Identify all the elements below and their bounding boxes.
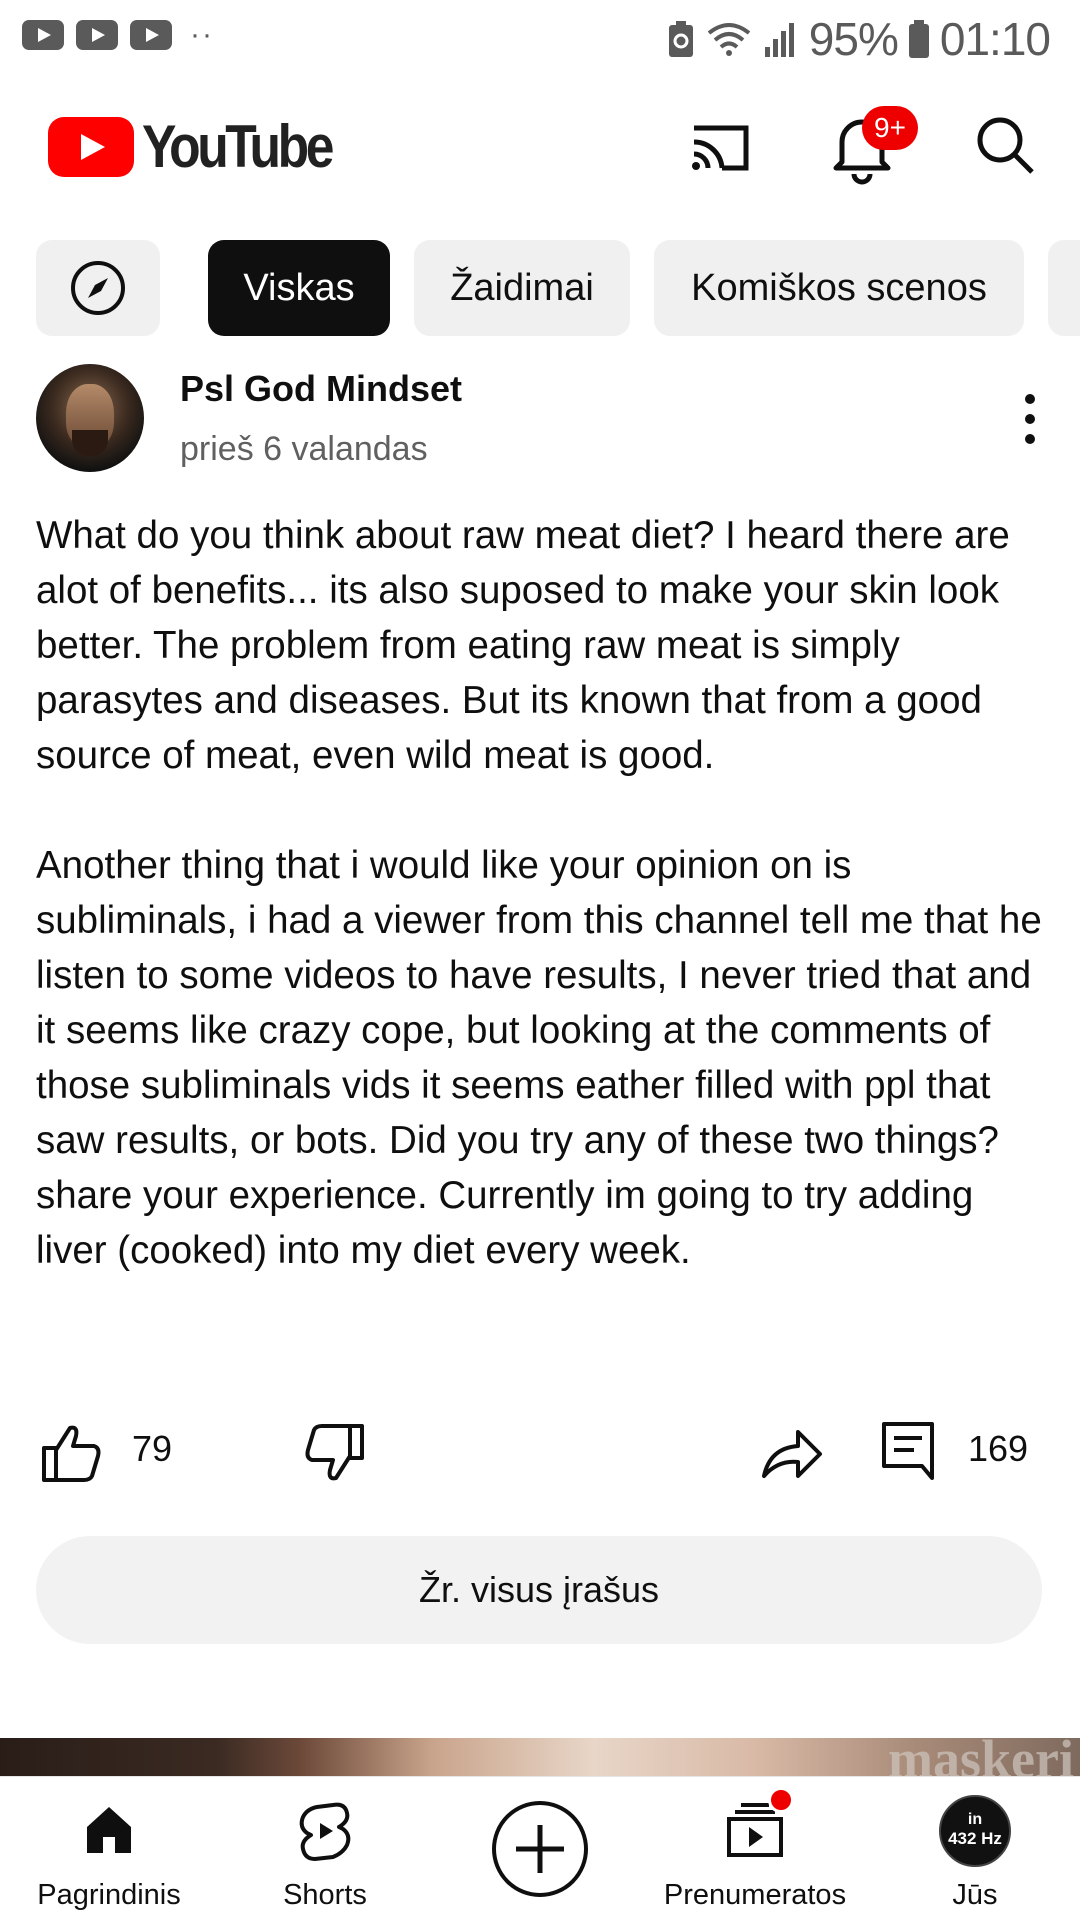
signal-icon <box>764 23 794 57</box>
nav-home[interactable]: Pagrindinis <box>24 1777 194 1920</box>
nav-label: Prenumeratos <box>663 1879 847 1911</box>
logo-text: YouTube <box>142 113 334 180</box>
more-options-icon[interactable] <box>1010 394 1050 454</box>
post-paragraph: Another thing that i would like your opi… <box>36 844 1042 1272</box>
channel-avatar[interactable] <box>36 364 144 472</box>
nav-you[interactable]: in 432 Hz Jūs <box>920 1777 1030 1920</box>
post-actions: 79 169 <box>0 1410 1080 1494</box>
nav-shorts[interactable]: Shorts <box>250 1777 400 1920</box>
new-content-dot <box>768 1787 794 1813</box>
like-icon[interactable] <box>36 1418 106 1488</box>
status-right: 95% 01:10 <box>667 12 1051 66</box>
nav-create[interactable] <box>484 1777 596 1920</box>
post-header: Psl God Mindset prieš 6 valandas <box>0 360 1080 480</box>
share-icon[interactable] <box>756 1418 826 1488</box>
bottom-navigation: Pagrindinis Shorts Prenumeratos in 432 H… <box>0 1776 1080 1920</box>
battery-icon <box>908 20 929 58</box>
create-plus-icon <box>492 1801 588 1897</box>
compass-icon <box>71 261 125 315</box>
search-icon[interactable] <box>966 106 1046 186</box>
chip-more[interactable] <box>1048 240 1080 336</box>
post-paragraph: What do you think about raw meat diet? I… <box>36 514 1010 777</box>
youtube-notification-icon <box>76 20 118 50</box>
user-avatar: in 432 Hz <box>939 1795 1011 1867</box>
cast-icon[interactable] <box>680 106 760 186</box>
youtube-notification-icon <box>130 20 172 50</box>
nav-subscriptions[interactable]: Prenumeratos <box>660 1777 850 1920</box>
channel-name[interactable]: Psl God Mindset <box>180 368 462 410</box>
recycle-battery-icon <box>668 21 693 57</box>
filter-chips: Viskas Žaidimai Komiškos scenos <box>0 240 1080 336</box>
like-count: 79 <box>132 1428 173 1469</box>
clock: 01:10 <box>939 13 1051 65</box>
comment-count: 169 <box>968 1428 1029 1469</box>
status-bar: ·· 95% 01:10 <box>0 0 1080 76</box>
wifi-icon <box>707 23 751 56</box>
post-text: What do you think about raw meat diet? I… <box>36 508 1046 1278</box>
thumbnail-text: maskeri <box>888 1738 1074 1776</box>
chip-zaidimai[interactable]: Žaidimai <box>414 240 630 336</box>
more-notifications-icon: ·· <box>190 18 214 51</box>
shorts-icon <box>299 1802 351 1861</box>
home-icon <box>87 1807 131 1853</box>
comment-icon[interactable] <box>874 1418 944 1488</box>
dislike-icon[interactable] <box>300 1418 370 1488</box>
post-time: prieš 6 valandas <box>180 430 428 468</box>
youtube-notification-icon <box>22 20 64 50</box>
youtube-logo[interactable]: YouTube <box>48 112 362 181</box>
chip-viskas[interactable]: Viskas <box>208 240 390 336</box>
notification-badge: 9+ <box>862 106 918 150</box>
nav-label: Jūs <box>952 1879 998 1911</box>
nav-label: Shorts <box>283 1879 367 1911</box>
nav-label: Pagrindinis <box>37 1879 181 1911</box>
youtube-play-icon <box>48 116 134 177</box>
chip-komiskos-scenos[interactable]: Komiškos scenos <box>654 240 1024 336</box>
app-bar: YouTube <box>0 76 1080 216</box>
battery-percent: 95% <box>808 13 899 65</box>
video-thumbnail[interactable]: maskeri <box>0 1738 1080 1776</box>
see-all-posts-button[interactable]: Žr. visus įrašus <box>36 1536 1042 1644</box>
status-notifications: ·· <box>22 20 214 50</box>
explore-chip[interactable] <box>36 240 160 336</box>
